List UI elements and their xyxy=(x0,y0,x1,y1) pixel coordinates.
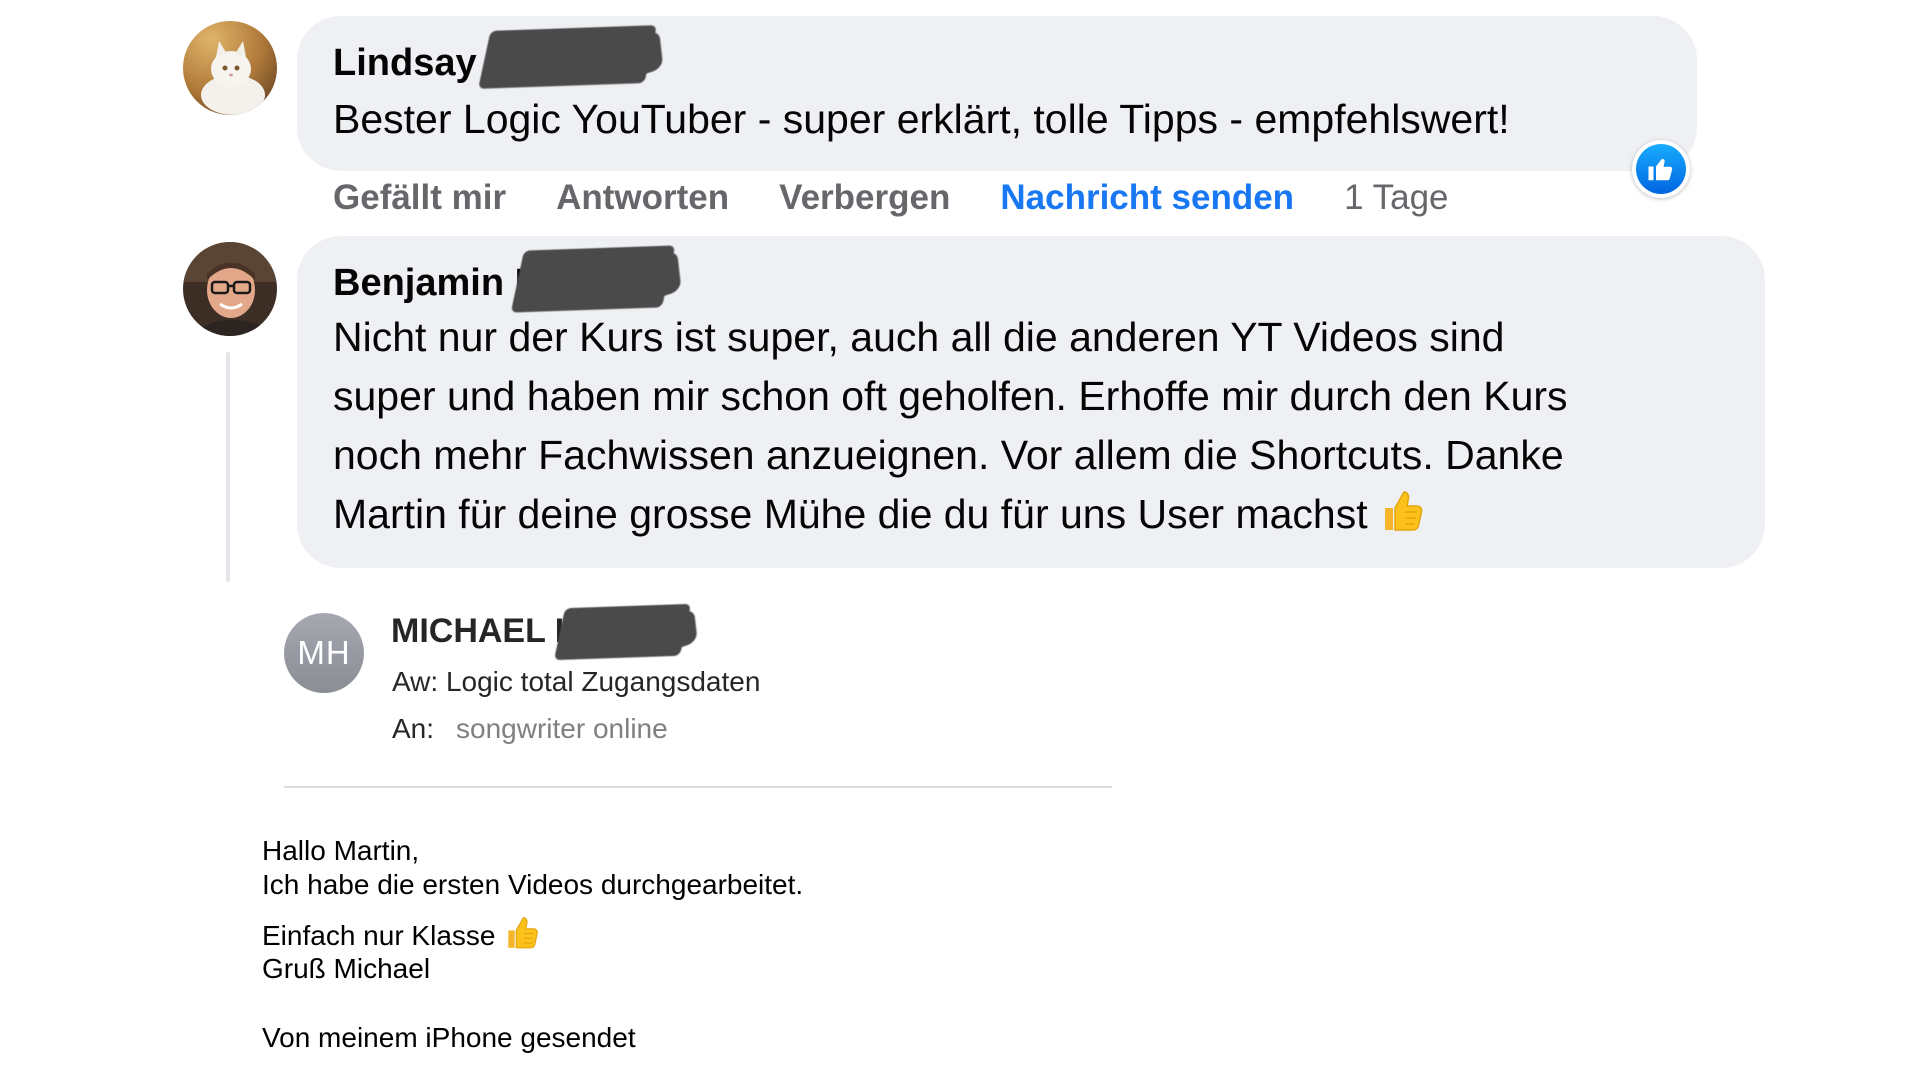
recipient-label: An: xyxy=(392,713,435,744)
mail-recipient-row: An: songwriter online xyxy=(392,713,668,745)
comment-text: Nicht nur der Kurs ist super, auch all d… xyxy=(333,308,1568,550)
comment-line: Nicht nur der Kurs ist super, auch all d… xyxy=(333,314,1505,360)
man-avatar[interactable] xyxy=(183,242,277,336)
thread-line xyxy=(226,352,230,582)
comment-line: noch mehr Fachwissen anzueignen. Vor all… xyxy=(333,432,1564,478)
mail-body: Hallo Martin, Ich habe die ersten Videos… xyxy=(262,835,1062,1065)
send-message-link[interactable]: Nachricht senden xyxy=(1000,178,1294,218)
comment-line: super und haben mir schon oft geholfen. … xyxy=(333,373,1568,419)
comment-text: Bester Logic YouTuber - super erklärt, t… xyxy=(333,96,1510,142)
mail-greeting: Hallo Martin, xyxy=(262,835,420,866)
sender-avatar: MH xyxy=(284,613,364,693)
comment-actions: Gefällt mir Antworten Verbergen Nachrich… xyxy=(333,178,1449,218)
mail-sender[interactable]: MICHAEL H xyxy=(391,612,579,651)
comment-line: Martin für deine grosse Mühe die du für … xyxy=(333,491,1368,537)
header-divider xyxy=(284,786,1112,788)
comment-author[interactable]: Benjamin E xyxy=(333,262,540,305)
comment-line-last: Martin für deine grosse Mühe die du für … xyxy=(333,485,1568,550)
recipient-value[interactable]: songwriter online xyxy=(456,713,668,745)
like-button[interactable]: Gefällt mir xyxy=(333,178,506,218)
like-reaction-icon[interactable] xyxy=(1632,140,1690,198)
redaction-mark xyxy=(553,603,692,661)
reply-button[interactable]: Antworten xyxy=(556,178,729,218)
cat-avatar[interactable] xyxy=(183,21,277,115)
mail-line: Ich habe die ersten Videos durchgearbeit… xyxy=(262,869,804,900)
mail-footer: Von meinem iPhone gesendet xyxy=(262,1022,636,1053)
mail-line: Einfach nur Klasse xyxy=(262,920,496,951)
hide-button[interactable]: Verbergen xyxy=(779,178,950,218)
screenshot-stage: Lindsay W Bester Logic YouTuber - super … xyxy=(0,0,1920,1080)
redaction-mark xyxy=(478,25,657,89)
mail-subject: Aw: Logic total Zugangsdaten xyxy=(392,666,761,697)
thumbs-up-emoji xyxy=(503,913,539,958)
mail-signoff: Gruß Michael xyxy=(262,953,431,984)
mail-line-with-emoji: Einfach nur Klasse xyxy=(262,913,539,958)
thumbs-up-emoji xyxy=(1379,486,1423,550)
redaction-mark xyxy=(510,245,676,313)
comment-timestamp[interactable]: 1 Tage xyxy=(1344,178,1448,218)
